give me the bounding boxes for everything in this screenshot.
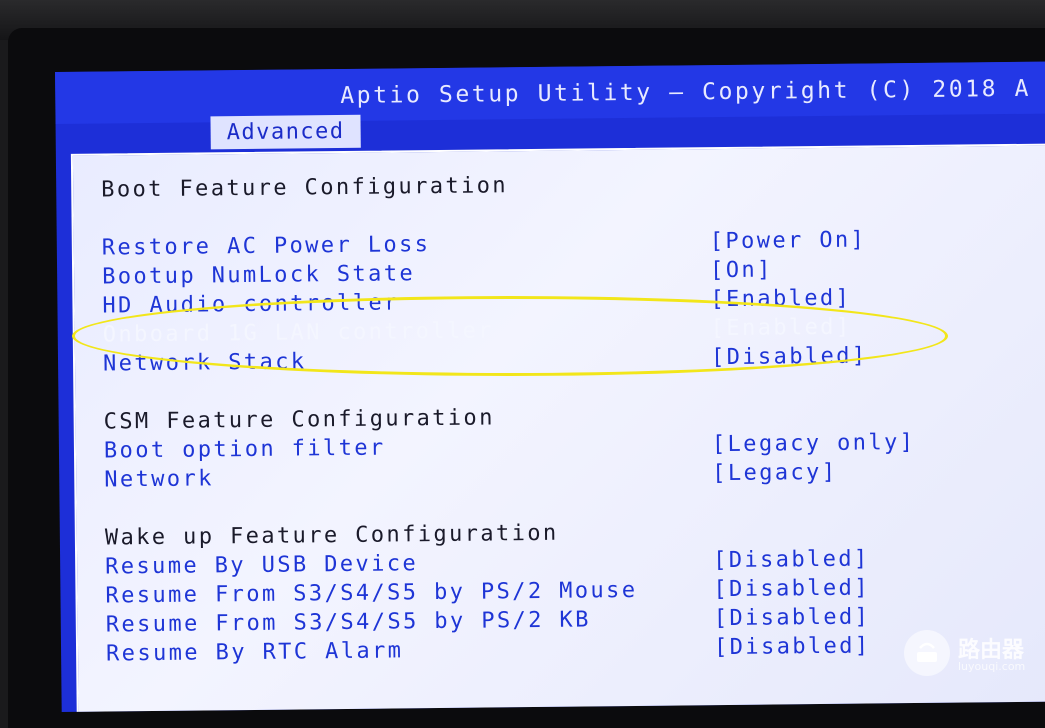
- section-heading-csm: CSM Feature Configuration: [103, 405, 495, 435]
- value-boot-option-filter[interactable]: [Legacy only]: [712, 430, 916, 457]
- section-heading-wake-up: Wake up Feature Configuration: [104, 520, 559, 551]
- setting-resume-by-rtc-alarm[interactable]: Resume By RTC Alarm: [106, 638, 404, 666]
- setting-restore-ac-power-loss[interactable]: Restore AC Power Loss: [102, 232, 431, 260]
- setting-resume-ps2-kb[interactable]: Resume From S3/S4/S5 by PS/2 KB: [106, 607, 591, 637]
- bios-screen: Aptio Setup Utility – Copyright (C) 2018…: [55, 61, 1045, 712]
- value-resume-by-usb-device[interactable]: [Disabled]: [713, 546, 870, 573]
- title-bar: Aptio Setup Utility – Copyright (C) 2018…: [55, 61, 1045, 124]
- setting-resume-ps2-mouse[interactable]: Resume From S3/S4/S5 by PS/2 Mouse: [105, 578, 637, 609]
- value-restore-ac-power-loss[interactable]: [Power On]: [710, 228, 867, 255]
- section-heading-boot: Boot Feature Configuration: [101, 173, 509, 203]
- highlight-ellipse: [72, 296, 948, 376]
- router-logo-icon: [904, 630, 950, 676]
- tab-advanced[interactable]: Advanced: [210, 114, 361, 150]
- value-resume-ps2-mouse[interactable]: [Disabled]: [713, 575, 870, 602]
- window-title: Aptio Setup Utility – Copyright (C) 2018…: [340, 75, 1032, 110]
- watermark-site: luyouqi.com: [958, 660, 1026, 673]
- setting-boot-option-filter[interactable]: Boot option filter: [104, 436, 386, 464]
- settings-panel: Boot Feature Configuration Restore AC Po…: [70, 143, 1045, 712]
- setting-bootup-numlock-state[interactable]: Bootup NumLock State: [102, 261, 415, 289]
- setting-network[interactable]: Network: [104, 466, 214, 492]
- value-bootup-numlock-state[interactable]: [On]: [710, 257, 773, 283]
- value-resume-by-rtc-alarm[interactable]: [Disabled]: [714, 633, 871, 660]
- value-network[interactable]: [Legacy]: [712, 460, 837, 486]
- value-resume-ps2-kb[interactable]: [Disabled]: [714, 604, 871, 631]
- setting-resume-by-usb-device[interactable]: Resume By USB Device: [105, 551, 418, 579]
